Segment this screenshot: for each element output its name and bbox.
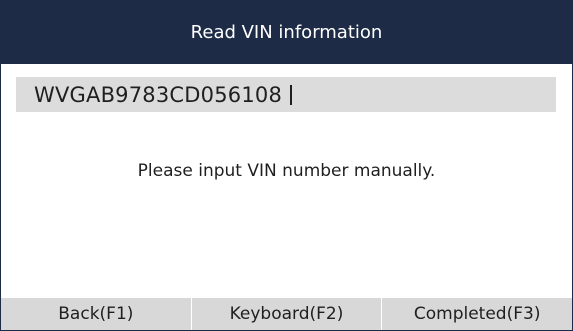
- completed-button[interactable]: Completed(F3): [381, 298, 572, 330]
- vin-input-value: WVGAB9783CD056108: [34, 82, 283, 107]
- back-button[interactable]: Back(F1): [1, 298, 191, 330]
- title-bar: Read VIN information: [1, 1, 572, 64]
- vin-input-field[interactable]: WVGAB9783CD056108: [16, 77, 556, 112]
- instruction-message: Please input VIN number manually.: [137, 161, 436, 181]
- function-key-bar: Back(F1) Keyboard(F2) Completed(F3): [1, 298, 572, 330]
- text-cursor: [290, 84, 293, 105]
- screen: Read VIN information WVGAB9783CD056108 P…: [0, 0, 573, 331]
- page-title: Read VIN information: [190, 22, 383, 43]
- keyboard-button[interactable]: Keyboard(F2): [190, 298, 382, 330]
